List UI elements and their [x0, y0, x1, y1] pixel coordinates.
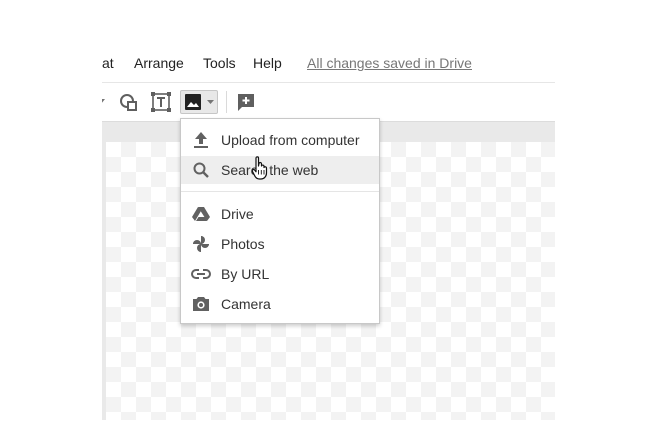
menu-item-label: Search the web — [221, 162, 319, 178]
hand-cursor-icon — [251, 156, 268, 180]
drive-icon — [191, 204, 211, 224]
menu-item-upload[interactable]: Upload from computer — [181, 126, 379, 154]
camera-icon — [191, 294, 211, 314]
menu-item-label: Photos — [221, 236, 265, 252]
search-icon — [191, 160, 211, 180]
photos-icon — [191, 234, 211, 254]
add-comment-icon — [238, 94, 254, 111]
menu-item-photos[interactable]: Photos — [181, 230, 379, 258]
shape-button[interactable] — [117, 90, 141, 114]
add-comment-button[interactable] — [234, 90, 258, 114]
chevron-down-icon — [206, 99, 214, 104]
menu-divider — [181, 191, 379, 192]
menu-item-by-url[interactable]: By URL — [181, 260, 379, 288]
screen: at Arrange Tools Help All changes saved … — [0, 0, 666, 446]
upload-icon — [191, 130, 211, 150]
menu-format[interactable]: at — [102, 55, 114, 71]
menu-arrange[interactable]: Arrange — [134, 55, 184, 71]
menu-tools[interactable]: Tools — [203, 55, 236, 71]
text-box-icon — [151, 92, 171, 112]
menu-item-drive[interactable]: Drive — [181, 200, 379, 228]
save-status-link[interactable]: All changes saved in Drive — [307, 55, 472, 71]
menu-item-label: Camera — [221, 296, 271, 312]
menu-item-search-web[interactable]: Search the web — [181, 156, 379, 184]
link-icon — [191, 264, 211, 284]
menu-help[interactable]: Help — [253, 55, 282, 71]
menu-item-label: By URL — [221, 266, 270, 282]
menu-item-camera[interactable]: Camera — [181, 290, 379, 318]
line-dropdown-button[interactable] — [102, 90, 108, 114]
chevron-down-icon — [102, 99, 105, 103]
toolbar — [102, 83, 555, 122]
menu-item-label: Drive — [221, 206, 254, 222]
shape-icon — [120, 94, 137, 111]
toolbar-divider — [226, 91, 227, 113]
insert-image-menu: Upload from computer Search the web Driv… — [180, 118, 380, 324]
text-box-button[interactable] — [149, 90, 173, 114]
menu-item-label: Upload from computer — [221, 132, 360, 148]
image-button[interactable] — [180, 90, 218, 114]
menu-bar: at Arrange Tools Help All changes saved … — [102, 24, 555, 83]
image-icon — [184, 94, 201, 110]
